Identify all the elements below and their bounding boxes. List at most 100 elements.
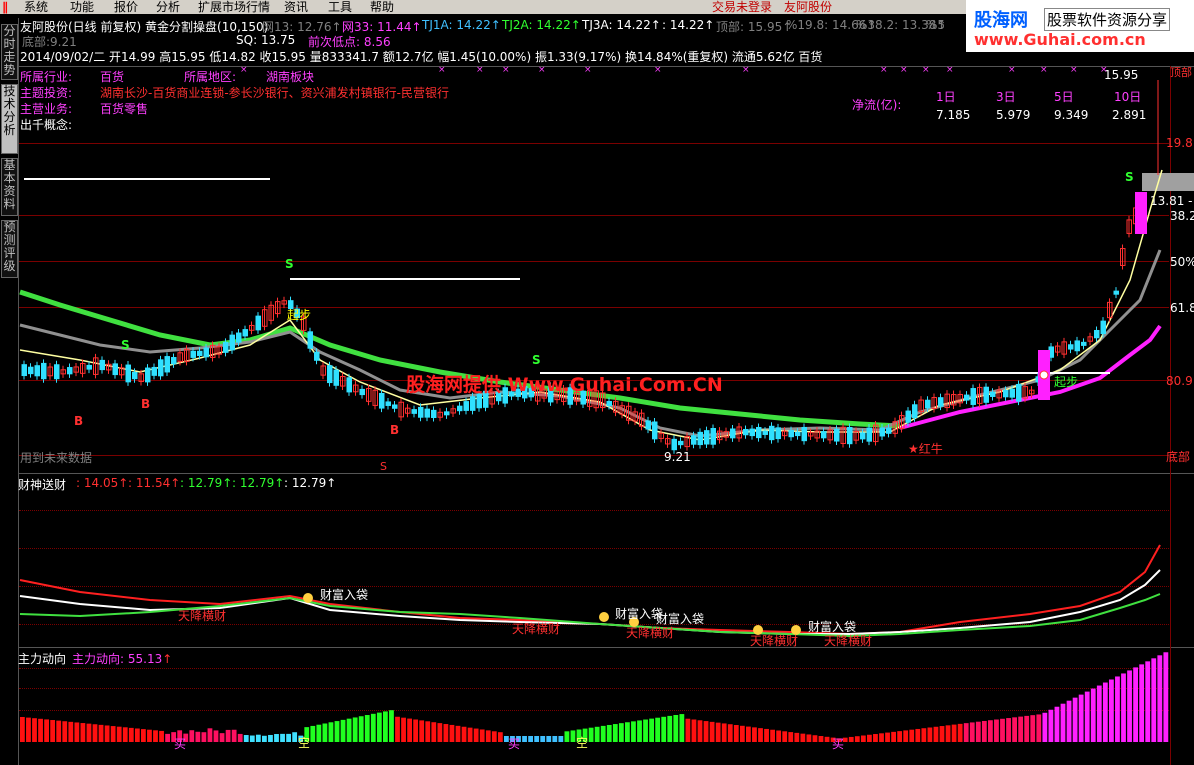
candle-body-136 [905,410,911,423]
hist-bar-88 [552,736,558,742]
hist-bar-145 [897,731,903,742]
hist-bar-169 [1042,712,1048,742]
hist-bar-54 [346,718,352,742]
hist-bar-58 [370,713,376,742]
hist-bar-131 [812,735,818,742]
mark-short-2: 空 [576,736,589,750]
panel2-value-2: : 12.79↑ [180,476,233,490]
hist-bar-89 [558,736,564,742]
candle-body-50 [346,377,352,393]
candle-body-109 [730,428,736,439]
hist-bar-174 [1072,697,1078,742]
hist-bar-139 [860,735,866,742]
hist-bar-114 [709,721,715,742]
hist-bar-72 [455,725,461,742]
candle-body-149 [990,391,996,397]
hist-bar-56 [358,716,364,742]
hist-bar-24 [165,733,170,742]
hist-bar-33 [219,733,225,742]
candle-body-28 [203,347,209,358]
hist-bar-67 [425,721,431,742]
candle-body-120 [801,426,807,442]
ma-yellow-line [19,169,1163,441]
hist-bar-113 [703,721,709,742]
hist-bar-50 [322,723,328,742]
candle-body-106 [710,427,716,445]
candle-body-146 [970,388,976,405]
candle-body-17 [132,371,138,380]
candle-body-103 [691,435,697,445]
hist-bar-99 [618,723,624,742]
hist-bar-124 [770,729,775,742]
mark-buy-1: 买 [174,737,187,751]
candle-body-115 [769,425,775,441]
hist-bar-28 [189,730,195,742]
hist-bar-162 [1000,718,1005,742]
hist-bar-143 [885,732,890,742]
signal-s-1: S [285,257,294,271]
candle-body-65 [444,411,450,416]
candle-body-61 [418,406,424,418]
hist-bar-1 [26,717,31,742]
signal-s-3: S [532,353,541,367]
panel2-value-0: : 14.05↑ [76,476,129,490]
candle-body-33 [236,332,242,343]
hist-bar-152 [939,726,945,742]
signal-b-1: B [74,414,84,428]
candle-body-125 [834,428,840,442]
candle-body-127 [847,426,853,445]
candle-body-55 [379,392,385,409]
future-data-note: 用到未来数据 [20,451,93,465]
hist-bar-146 [903,730,909,742]
candle-body-36 [255,315,261,331]
mark-short-1: 空 [298,736,311,750]
hist-bar-14 [104,725,110,742]
candle-body-68 [463,401,469,411]
hist-bar-157 [969,722,975,742]
hist-bar-29 [195,731,201,742]
candle-body-123 [821,431,827,439]
label-tianjiang-5: 天降横财 [824,634,873,648]
hist-bar-147 [909,729,915,742]
hist-bar-98 [612,724,618,742]
top-marker-2: × [476,65,484,75]
hist-bar-119 [739,725,745,742]
hist-bar-161 [994,719,999,742]
candle-body-32 [229,334,235,351]
signal-s-4: S [1125,170,1134,184]
top-marker-4: × [538,65,546,75]
candle-body-104 [697,431,703,446]
top-marker-6: × [654,65,662,75]
candle-body-20 [151,366,157,376]
candle-body-96 [645,420,651,430]
hist-bar-140 [867,734,872,742]
candle-body-44 [307,331,313,349]
hist-bar-8 [68,721,74,742]
candle-body-148 [983,386,989,403]
hist-bar-129 [800,733,806,742]
top-marker-8: × [880,65,888,75]
candle-body-2 [34,365,40,377]
label-hongniu: ★红牛 [908,442,943,456]
candle-body-52 [359,388,365,396]
hist-bar-30 [201,732,207,742]
candle-body-1 [28,366,34,375]
hist-bar-158 [975,721,981,742]
hist-bar-184 [1133,667,1138,742]
candle-body-27 [197,350,203,357]
hist-bar-177 [1090,688,1096,742]
label-qibu-2: 起步 [1054,375,1079,389]
label-low-price: 9.21 [664,450,691,464]
hist-bar-60 [383,711,388,742]
hist-bar-62 [395,716,400,742]
candle-body-163 [1081,341,1087,346]
hist-bar-15 [110,726,116,742]
top-marker-0: × [240,65,248,75]
hist-bar-105 [655,717,661,742]
hist-bar-166 [1024,715,1030,742]
hist-bar-45 [292,732,298,742]
top-marker-14: × [1070,65,1078,75]
hist-bar-87 [546,736,552,742]
candle-body-90 [606,400,612,407]
hist-bar-122 [758,728,763,742]
